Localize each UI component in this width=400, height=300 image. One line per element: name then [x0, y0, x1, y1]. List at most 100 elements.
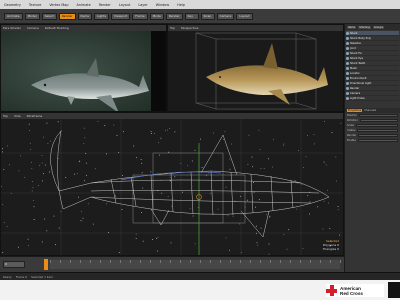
visibility-icon[interactable]	[346, 71, 349, 75]
noise-dot	[84, 137, 86, 139]
property-field[interactable]	[355, 123, 398, 128]
noise-dot	[122, 175, 123, 176]
frame-field[interactable]: 0	[3, 261, 25, 268]
toolbar-button[interactable]: Lights	[93, 12, 110, 20]
toolbar-button[interactable]: Layout	[236, 12, 253, 20]
corner-badge	[388, 282, 400, 298]
menu-item[interactable]: Animate	[76, 3, 90, 7]
noise-dot	[269, 216, 270, 218]
toolbar-button[interactable]: Items	[77, 12, 92, 20]
item-tree: Shark Shark Body Poly Skeleton Joint Shark F…	[345, 30, 400, 102]
toolbar-button[interactable]: Camera	[216, 12, 235, 20]
timeline-tick	[100, 260, 101, 263]
visibility-icon[interactable]	[346, 86, 349, 90]
timeline-scrubber[interactable]	[44, 259, 48, 270]
noise-dot	[314, 143, 315, 145]
noise-dot	[151, 133, 152, 134]
visibility-icon[interactable]	[346, 41, 349, 45]
menu-item[interactable]: Layer	[138, 3, 147, 7]
toolbar-button[interactable]: Snap	[200, 12, 215, 20]
noise-dot	[32, 181, 33, 182]
noise-dot	[6, 226, 8, 228]
noise-dot	[118, 152, 120, 153]
noise-dot	[244, 206, 246, 208]
property-field[interactable]	[359, 113, 398, 118]
noise-dot	[165, 129, 166, 131]
viewport-black-margin	[151, 31, 166, 111]
property-field[interactable]	[358, 133, 398, 138]
visibility-icon[interactable]	[346, 31, 349, 35]
noise-dot	[239, 223, 241, 225]
property-field[interactable]	[357, 128, 398, 133]
visibility-icon[interactable]	[346, 96, 349, 100]
noise-dot	[57, 157, 59, 159]
visibility-icon[interactable]	[346, 76, 349, 80]
tree-item-label: Light Probe	[350, 96, 365, 100]
visibility-icon[interactable]	[346, 91, 349, 95]
tab-channels[interactable]: Channels	[364, 109, 376, 112]
tree-item-label: Directional Light	[350, 81, 372, 85]
menu-item[interactable]: Texture	[29, 3, 41, 7]
toolbar-button[interactable]: Animate	[4, 12, 23, 20]
visibility-icon[interactable]	[346, 46, 349, 50]
noise-dot	[234, 200, 236, 202]
tab-items[interactable]: Items	[347, 25, 357, 29]
menu-item[interactable]: Layout	[119, 3, 131, 7]
noise-dot	[337, 206, 339, 207]
toolbar-button[interactable]: Select	[41, 12, 57, 20]
timeline-track[interactable]	[50, 260, 341, 269]
tree-item[interactable]: Light Probe	[346, 96, 399, 101]
visibility-icon[interactable]	[346, 61, 349, 65]
menu-item[interactable]: Window	[156, 3, 169, 7]
noise-dot	[34, 219, 36, 220]
tab-groups[interactable]: Groups	[372, 25, 385, 29]
property-field[interactable]	[359, 118, 398, 123]
tree-item-label: Skeleton	[350, 41, 362, 45]
menu-item[interactable]: Help	[177, 3, 185, 7]
noise-dot	[322, 228, 324, 230]
brand-line: Red Cross	[340, 290, 363, 296]
noise-dot	[269, 215, 271, 217]
visibility-icon[interactable]	[346, 56, 349, 60]
tab-properties[interactable]: Properties	[347, 109, 363, 112]
noise-dot	[104, 125, 106, 126]
toolbar-button[interactable]: Model	[24, 12, 40, 20]
menu-item[interactable]: Vertex Map	[49, 3, 68, 7]
noise-dot	[18, 246, 19, 248]
noise-dot	[229, 168, 231, 170]
noise-dot	[217, 208, 219, 210]
toolbar-button[interactable]: Key	[184, 12, 199, 20]
visibility-icon[interactable]	[346, 81, 349, 85]
noise-dot	[302, 248, 304, 249]
noise-dot	[140, 159, 142, 160]
noise-dot	[180, 163, 182, 164]
timeline-tick	[250, 260, 251, 263]
noise-dot	[142, 240, 144, 242]
visibility-icon[interactable]	[346, 36, 349, 40]
toolbar-button[interactable]: Render	[165, 12, 183, 20]
noise-dot	[29, 142, 31, 144]
visibility-icon[interactable]	[346, 51, 349, 55]
toolbar-button[interactable]: Viewport	[111, 12, 131, 20]
noise-dot	[9, 164, 10, 166]
tab-shading[interactable]: Shading	[358, 25, 371, 29]
visibility-icon[interactable]	[346, 66, 349, 70]
camera-viewport[interactable]: Pers Shader Camera Default Shading Pers …	[0, 24, 167, 112]
noise-dot	[194, 149, 196, 151]
noise-dot	[81, 220, 83, 222]
noise-dot	[247, 199, 248, 201]
perspective-viewport[interactable]: Top Perspective	[167, 24, 344, 112]
property-field[interactable]	[357, 138, 398, 143]
side-wireframe-viewport[interactable]: Top Side Wireframe Selected Polygons 0 T…	[0, 112, 344, 256]
noise-dot	[46, 122, 48, 124]
noise-dot	[256, 232, 257, 234]
toolbar-button-active[interactable]: Render	[58, 12, 76, 20]
toolbar-button[interactable]: Mode	[149, 12, 164, 20]
property-row: Enable	[345, 138, 400, 143]
noise-dot	[46, 230, 48, 232]
menu-item[interactable]: Render	[99, 3, 111, 7]
menu-item[interactable]: Geometry	[4, 3, 21, 7]
noise-dot	[213, 132, 214, 134]
toolbar-button[interactable]: Frame	[132, 12, 148, 20]
noise-dot	[209, 193, 211, 195]
